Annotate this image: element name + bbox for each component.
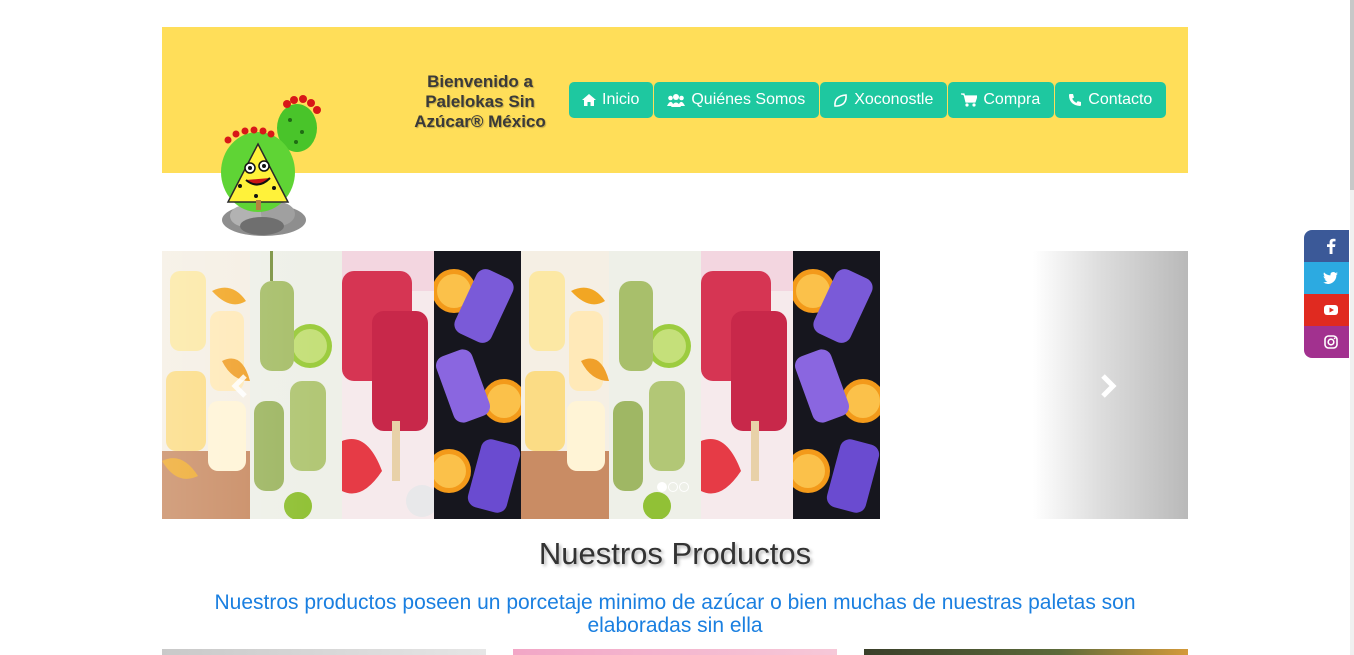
twitter-icon <box>1323 272 1338 284</box>
nav-item-xoconostle[interactable]: Xoconostle <box>820 82 948 118</box>
nav-label: Quiénes Somos <box>691 91 806 108</box>
phone-icon <box>1069 94 1082 106</box>
instagram-link[interactable] <box>1304 326 1349 358</box>
nav-item-inicio[interactable]: Inicio <box>569 82 654 118</box>
twitter-link[interactable] <box>1304 262 1349 294</box>
products-title: Nuestros Productos <box>538 536 812 571</box>
home-icon <box>582 94 596 106</box>
product-card-image[interactable] <box>513 649 837 655</box>
instagram-icon <box>1323 335 1338 349</box>
products-subtitle: Nuestros productos poseen un porcetaje m… <box>214 591 1136 637</box>
cactus-mascot-logo[interactable] <box>212 88 332 240</box>
page: { "header": { "welcome": "Bienvenido a P… <box>0 0 1354 655</box>
carousel-indicator-2[interactable] <box>668 482 678 492</box>
cart-icon <box>961 93 978 107</box>
facebook-icon <box>1326 238 1335 254</box>
image-carousel[interactable] <box>162 251 1188 519</box>
nav-label: Inicio <box>602 91 640 108</box>
product-card-image[interactable] <box>162 649 486 655</box>
main-nav: Inicio Quiénes Somos Xoconostle Compra C… <box>569 82 1167 118</box>
scrollbar-thumb[interactable] <box>1350 0 1354 190</box>
nav-item-contacto[interactable]: Contacto <box>1055 82 1167 118</box>
chevron-right-icon[interactable] <box>1092 371 1122 401</box>
chevron-left-icon[interactable] <box>226 371 256 401</box>
nav-label: Contacto <box>1088 91 1153 108</box>
youtube-link[interactable] <box>1304 294 1349 326</box>
social-sidebar <box>1304 230 1349 358</box>
product-card-image[interactable] <box>864 649 1188 655</box>
youtube-icon <box>1323 305 1338 315</box>
page-scrollbar[interactable] <box>1350 0 1354 655</box>
carousel-indicator-3[interactable] <box>679 482 689 492</box>
nav-label: Compra <box>983 91 1041 108</box>
leaf-icon <box>834 93 848 107</box>
nav-item-quienes-somos[interactable]: Quiénes Somos <box>654 82 820 118</box>
facebook-link[interactable] <box>1304 230 1349 262</box>
carousel-indicators <box>657 482 690 492</box>
users-icon <box>667 94 686 107</box>
product-cards <box>162 649 1188 655</box>
nav-item-compra[interactable]: Compra <box>948 82 1055 118</box>
nav-label: Xoconostle <box>854 91 934 108</box>
carousel-indicator-1[interactable] <box>657 482 667 492</box>
welcome-text: Bienvenido a Palelokas Sin Azúcar® Méxic… <box>414 72 546 131</box>
